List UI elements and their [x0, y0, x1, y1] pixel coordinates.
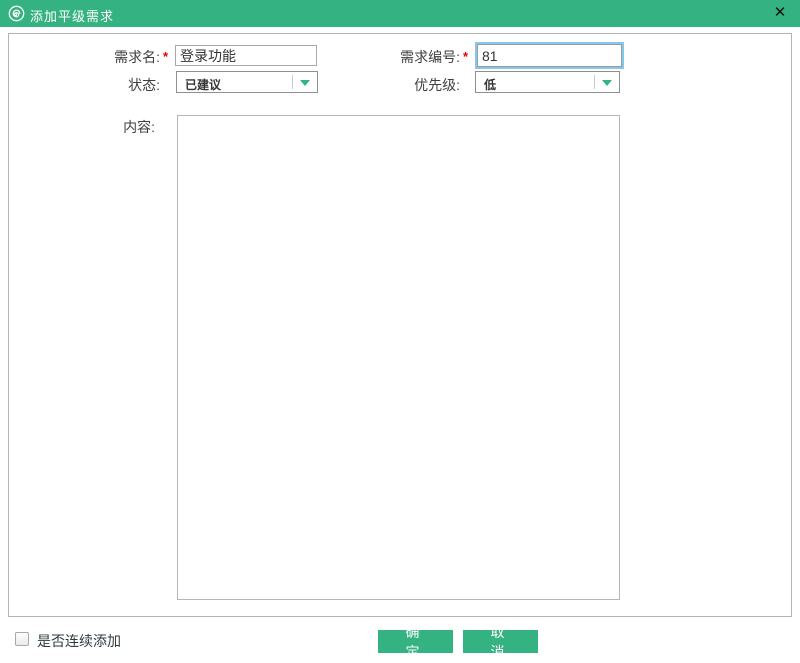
code-label: 需求编号:	[400, 49, 460, 65]
add-requirement-dialog: { "dialog": { "title": "添加平级需求", "close_…	[0, 0, 800, 663]
dropdown-separator	[594, 75, 595, 89]
status-select[interactable]: 已建议	[176, 71, 318, 93]
name-label: 需求名:	[114, 49, 160, 65]
status-label: 状态:	[128, 77, 160, 93]
dialog-title: 添加平级需求	[30, 9, 115, 24]
code-input-focus-ring	[475, 42, 624, 69]
dropdown-separator	[292, 75, 293, 89]
priority-label: 优先级:	[414, 77, 460, 93]
chevron-down-icon[interactable]	[300, 80, 310, 86]
priority-selected-value: 低	[484, 78, 497, 92]
continuous-add-checkbox[interactable]	[15, 632, 29, 646]
name-input[interactable]	[175, 45, 317, 66]
code-required-marker: *	[463, 49, 469, 64]
code-input[interactable]	[477, 44, 622, 67]
content-label: 内容:	[123, 119, 155, 135]
priority-select[interactable]: 低	[475, 71, 620, 93]
close-icon[interactable]: ✕	[771, 4, 789, 22]
dialog-titlebar: 添加平级需求 ✕	[0, 0, 800, 27]
cancel-button[interactable]: 取消	[463, 624, 538, 660]
name-required-marker: *	[163, 49, 169, 64]
content-textarea[interactable]	[177, 115, 620, 600]
continuous-add-label: 是否连续添加	[37, 633, 121, 649]
spiral-icon	[8, 5, 25, 22]
ok-button[interactable]: 确定	[378, 624, 453, 660]
status-selected-value: 已建议	[185, 78, 222, 92]
chevron-down-icon[interactable]	[602, 80, 612, 86]
